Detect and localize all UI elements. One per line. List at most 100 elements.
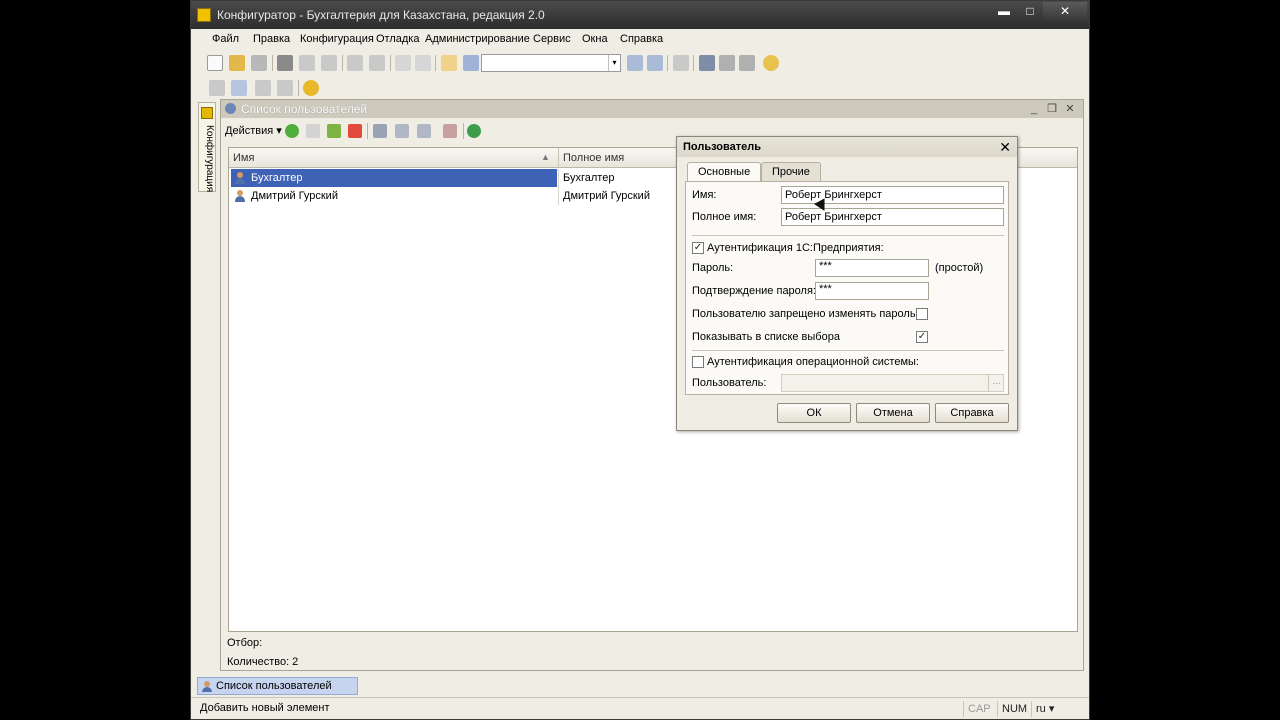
menu-help[interactable]: Справка bbox=[620, 33, 663, 45]
sort-ascending-icon[interactable]: ▲ bbox=[541, 152, 550, 162]
toolbar-separator bbox=[390, 55, 391, 71]
password-strength-hint: (простой) bbox=[935, 262, 984, 274]
confirm-password-field[interactable]: *** bbox=[815, 282, 929, 300]
auth-1c-checkbox[interactable]: ✓ bbox=[692, 242, 704, 254]
redo-icon[interactable] bbox=[415, 55, 431, 71]
properties-icon[interactable] bbox=[277, 80, 293, 96]
filter-icon[interactable] bbox=[373, 124, 387, 138]
reference-icon[interactable] bbox=[739, 55, 755, 71]
find-previous-icon[interactable] bbox=[647, 55, 663, 71]
toolbar-separator bbox=[463, 123, 464, 139]
close-button[interactable]: ✕ bbox=[1043, 2, 1087, 20]
status-bar: Добавить новый элемент CAP NUM ru ▾ bbox=[191, 697, 1089, 719]
user-dialog: Пользователь ✕ Основные Прочие Имя: Робе… bbox=[676, 136, 1018, 431]
menu-configuration[interactable]: Конфигурация bbox=[300, 33, 374, 45]
dialog-titlebar: Пользователь ✕ bbox=[677, 137, 1017, 157]
os-user-label: Пользователь: bbox=[692, 377, 767, 389]
password-field[interactable]: *** bbox=[815, 259, 929, 277]
column-separator[interactable] bbox=[558, 148, 559, 168]
chevron-down-icon[interactable]: ▾ bbox=[608, 55, 620, 71]
app-icon bbox=[197, 8, 211, 22]
cancel-button[interactable]: Отмена bbox=[856, 403, 930, 423]
find-next-icon[interactable] bbox=[627, 55, 643, 71]
syntax-assistant-icon[interactable] bbox=[699, 55, 715, 71]
save-icon[interactable] bbox=[251, 55, 267, 71]
users-window-title: Список пользователей bbox=[241, 102, 368, 116]
search-icon[interactable] bbox=[463, 55, 479, 71]
info-icon[interactable] bbox=[763, 55, 779, 71]
cut-icon[interactable] bbox=[277, 55, 293, 71]
minimize-button[interactable]: ▬ bbox=[991, 2, 1017, 20]
search-input[interactable]: ▾ bbox=[481, 54, 621, 72]
copy-user-icon[interactable] bbox=[306, 124, 320, 138]
actions-menu-button[interactable]: Действия ▾ bbox=[225, 124, 282, 137]
toolbar-separator bbox=[342, 55, 343, 71]
cell-separator bbox=[558, 169, 559, 187]
new-document-icon[interactable] bbox=[207, 55, 223, 71]
users-window-titlebar: Список пользователей _ ❐ ✕ bbox=[221, 100, 1083, 118]
edit-user-icon[interactable] bbox=[327, 124, 341, 138]
menu-service[interactable]: Сервис bbox=[533, 33, 571, 45]
name-label: Имя: bbox=[692, 189, 717, 201]
column-header-name[interactable]: Имя bbox=[233, 152, 254, 164]
user-icon bbox=[235, 190, 245, 202]
start-debugging-icon[interactable] bbox=[303, 80, 319, 96]
tab-other[interactable]: Прочие bbox=[761, 162, 821, 181]
toolbar-separator bbox=[367, 123, 368, 139]
undo-icon[interactable] bbox=[395, 55, 411, 71]
menu-administration[interactable]: Администрирование bbox=[425, 33, 530, 45]
filter-history-icon[interactable] bbox=[417, 124, 431, 138]
configuration-icon bbox=[201, 107, 213, 119]
menu-file[interactable]: Файл bbox=[212, 33, 239, 45]
language-indicator[interactable]: ru ▾ bbox=[1031, 701, 1058, 717]
copy-icon[interactable] bbox=[299, 55, 315, 71]
add-user-icon[interactable] bbox=[285, 124, 299, 138]
section-divider bbox=[692, 350, 1004, 351]
paste-icon[interactable] bbox=[321, 55, 337, 71]
show-in-list-checkbox[interactable]: ✓ bbox=[916, 331, 928, 343]
users-restore-button[interactable]: ❐ bbox=[1043, 101, 1061, 117]
users-close-button[interactable]: ✕ bbox=[1061, 101, 1079, 117]
print-preview-icon[interactable] bbox=[369, 55, 385, 71]
menu-windows[interactable]: Окна bbox=[582, 33, 608, 45]
dialog-close-button[interactable]: ✕ bbox=[999, 138, 1011, 156]
window-tab-label: Список пользователей bbox=[216, 680, 332, 692]
users-minimize-button[interactable]: _ bbox=[1025, 101, 1043, 117]
column-header-full-name[interactable]: Полное имя bbox=[563, 152, 624, 164]
fullname-field[interactable]: Роберт Брингхерст bbox=[781, 208, 1004, 226]
open-config-icon[interactable] bbox=[209, 80, 225, 96]
help-button[interactable]: Справка bbox=[935, 403, 1009, 423]
toolbar-separator bbox=[693, 55, 694, 71]
template-icon[interactable] bbox=[719, 55, 735, 71]
config-side-panel[interactable]: Конфигурация bbox=[198, 102, 216, 192]
toolbar-separator bbox=[272, 55, 273, 71]
user-icon bbox=[202, 681, 212, 692]
windows-icon[interactable] bbox=[673, 55, 689, 71]
delete-user-icon[interactable] bbox=[348, 124, 362, 138]
window-tab-users-list[interactable]: Список пользователей bbox=[197, 677, 358, 695]
fullname-label: Полное имя: bbox=[692, 211, 757, 223]
section-divider bbox=[692, 235, 1004, 236]
menu-debug[interactable]: Отладка bbox=[376, 33, 419, 45]
cell-separator bbox=[558, 187, 559, 205]
print-icon[interactable] bbox=[347, 55, 363, 71]
ok-button[interactable]: ОК bbox=[777, 403, 851, 423]
auth-os-checkbox[interactable] bbox=[692, 356, 704, 368]
open-folder-icon[interactable] bbox=[229, 55, 245, 71]
menu-bar: Файл Правка Конфигурация Отладка Админис… bbox=[201, 31, 1081, 49]
tab-main[interactable]: Основные bbox=[687, 162, 762, 182]
name-field[interactable]: Роберт Брингхерст bbox=[781, 186, 1004, 204]
compare-config-icon[interactable] bbox=[255, 80, 271, 96]
password-label: Пароль: bbox=[692, 262, 734, 274]
main-toolbar: ▾ bbox=[199, 52, 1079, 74]
clear-filter-icon[interactable] bbox=[443, 124, 457, 138]
menu-edit[interactable]: Правка bbox=[253, 33, 290, 45]
deny-password-change-checkbox[interactable] bbox=[916, 308, 928, 320]
update-config-icon[interactable] bbox=[231, 80, 247, 96]
os-user-field bbox=[781, 374, 1004, 392]
find-in-list-icon[interactable] bbox=[441, 55, 457, 71]
refresh-icon[interactable] bbox=[467, 124, 481, 138]
user-icon bbox=[235, 172, 245, 184]
filter-by-value-icon[interactable] bbox=[395, 124, 409, 138]
maximize-button[interactable]: □ bbox=[1017, 2, 1043, 20]
